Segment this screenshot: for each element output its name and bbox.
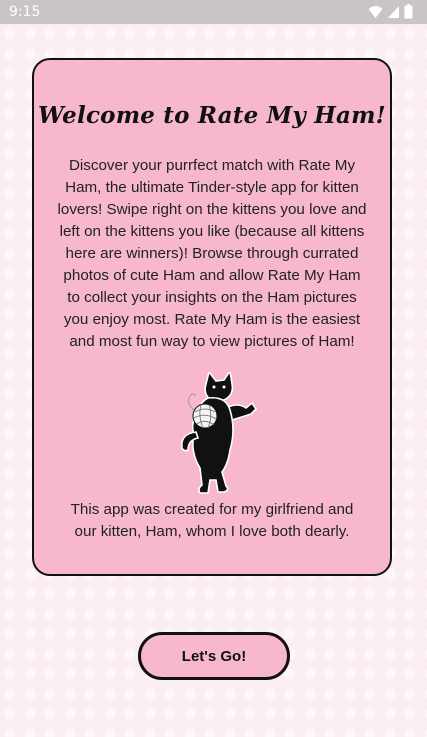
app-description: Discover your purrfect match with Rate M… (57, 157, 367, 350)
status-time: 9:15 (9, 4, 41, 20)
wifi-icon (368, 5, 383, 18)
welcome-title: Welcome to Rate My Ham! (38, 102, 386, 129)
lets-go-button[interactable]: Let's Go! (138, 632, 290, 680)
welcome-card: Welcome to Rate My Ham! Discover your pu… (32, 58, 392, 576)
app-dedication: This app was created for my girlfriend a… (70, 501, 354, 540)
cat-illustration (180, 372, 258, 494)
status-icons (368, 4, 413, 19)
battery-icon (404, 4, 413, 19)
cellular-signal-icon (388, 5, 399, 18)
status-bar: 9:15 (0, 0, 427, 24)
